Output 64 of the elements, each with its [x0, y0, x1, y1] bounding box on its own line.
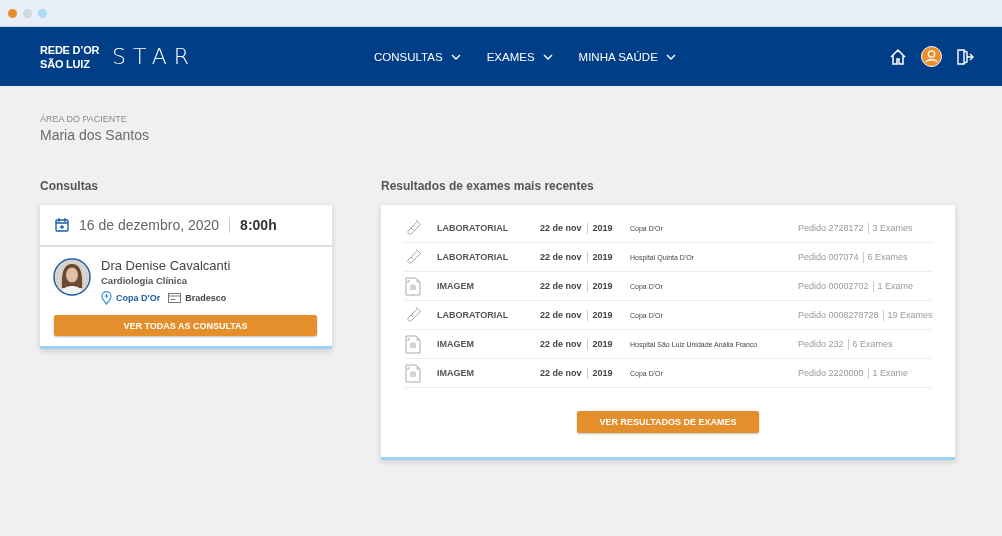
- window-close-dot[interactable]: [8, 8, 17, 18]
- exam-date: 22 de nov: [540, 251, 582, 263]
- order-number: Pedido 232: [798, 338, 844, 350]
- card-icon: [168, 293, 182, 303]
- test-tube-icon: [404, 219, 422, 237]
- section-title: Resultados de exames mais recentes: [381, 179, 595, 193]
- appointment-time: 8:00h: [240, 217, 277, 233]
- window-maximize-dot[interactable]: [38, 8, 47, 18]
- exam-year: 2019: [592, 251, 613, 263]
- exam-year: 2019: [592, 338, 613, 350]
- home-icon[interactable]: [889, 47, 907, 66]
- product-logo: STAR: [112, 44, 197, 69]
- test-tube-icon: [404, 306, 422, 324]
- exam-date: 22 de nov: [540, 338, 582, 350]
- order-number: Pedido 00002702: [798, 280, 869, 292]
- xray-document-icon: [405, 276, 421, 296]
- doctor-specialty: Cardiologia Clínica: [101, 275, 189, 286]
- section-title: Consultas: [40, 179, 99, 193]
- exam-date: 22 de nov: [540, 222, 582, 234]
- exam-type: LABORATORIAL: [437, 252, 510, 262]
- exam-count: 1 Exame: [877, 280, 914, 292]
- brand-logo-text: REDE D’OR: [40, 42, 101, 57]
- window-minimize-dot[interactable]: [23, 8, 32, 18]
- test-tube-icon: [404, 248, 422, 266]
- exam-date: 22 de nov: [540, 367, 582, 379]
- exam-count: 6 Exames: [867, 251, 908, 263]
- brand-logo-text: SÃO LUIZ: [40, 56, 91, 71]
- exam-count: 3 Exames: [872, 222, 913, 234]
- xray-document-icon: [405, 363, 421, 383]
- exam-date: 22 de nov: [540, 309, 582, 321]
- chevron-down-icon: [542, 53, 553, 60]
- doctor-name: Dra Denise Cavalcanti: [101, 258, 231, 273]
- exam-year: 2019: [592, 367, 613, 379]
- chevron-down-icon: [450, 53, 461, 60]
- exam-type: LABORATORIAL: [437, 310, 510, 320]
- exam-date: 22 de nov: [540, 280, 582, 292]
- nav-menu[interactable]: EXAMES: [486, 50, 553, 63]
- appointment-date: 16 de dezembro, 2020: [79, 217, 220, 233]
- exam-type: IMAGEM: [437, 281, 475, 291]
- nav-menu[interactable]: MINHA SAÚDE: [578, 50, 676, 63]
- exam-type: IMAGEM: [437, 339, 475, 349]
- user-avatar-icon[interactable]: [921, 46, 942, 67]
- insurance-name: Bradesco: [185, 293, 227, 303]
- location-pin-icon: [101, 291, 112, 305]
- order-number: Pedido 2728172: [798, 222, 864, 234]
- exam-year: 2019: [592, 280, 613, 292]
- exam-count: 1 Exame: [872, 367, 909, 379]
- exam-count: 19 Exames: [887, 309, 933, 321]
- hospital-link[interactable]: Copa D'Or: [116, 293, 161, 303]
- calendar-icon: [55, 218, 69, 232]
- order-number: Pedido 007074: [798, 251, 859, 263]
- exam-type: IMAGEM: [437, 368, 475, 378]
- exam-year: 2019: [592, 222, 613, 234]
- xray-document-icon: [405, 334, 421, 354]
- exam-type: LABORATORIAL: [437, 223, 510, 233]
- logout-icon[interactable]: [956, 47, 974, 66]
- section-caption: ÁREA DO PACIENTE: [40, 114, 128, 124]
- patient-name: Maria dos Santos: [40, 127, 150, 143]
- order-number: Pedido 0008278728: [798, 309, 879, 321]
- nav-menu[interactable]: CONSULTAS: [374, 50, 461, 63]
- order-number: Pedido 2220000: [798, 367, 864, 379]
- exam-count: 6 Exames: [852, 338, 893, 350]
- exam-year: 2019: [592, 309, 613, 321]
- chevron-down-icon: [665, 53, 676, 60]
